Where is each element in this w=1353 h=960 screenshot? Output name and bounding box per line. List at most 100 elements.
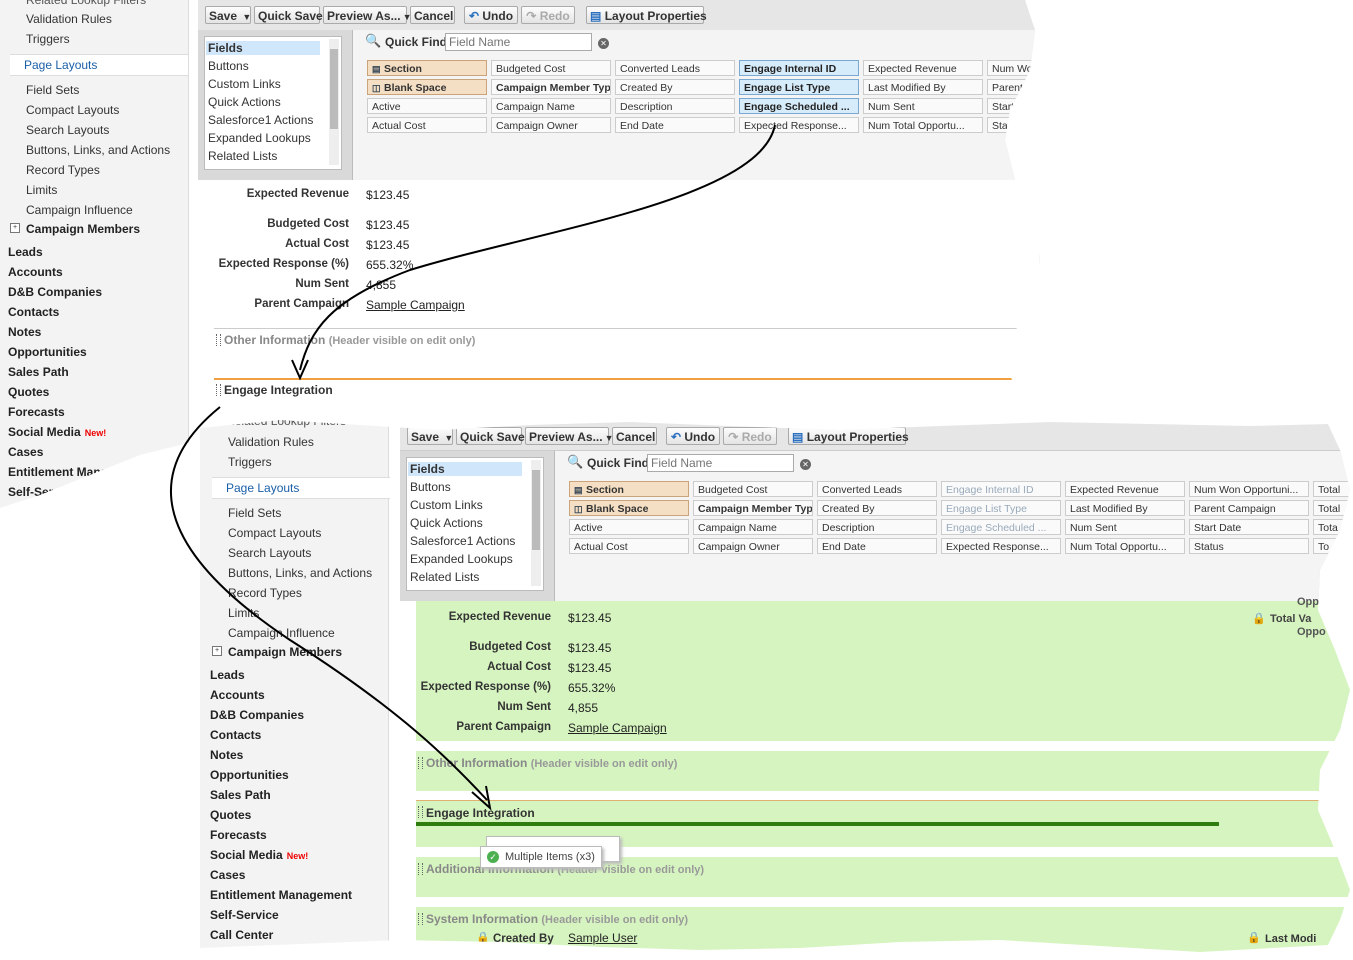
preview-as-button[interactable]: Preview As... ▼ — [525, 427, 614, 445]
palette-field[interactable]: Expected Revenue — [1065, 481, 1185, 497]
palette-category-expanded-lookups[interactable]: Expanded Lookups — [208, 131, 311, 145]
palette-field[interactable]: Created By — [817, 500, 937, 516]
sidebar-item-quotes[interactable]: Quotes — [8, 385, 49, 399]
sidebar-item-call-center[interactable]: Call Center — [210, 928, 273, 942]
drag-handle-icon[interactable] — [418, 806, 423, 818]
sidebar-item-opportunities[interactable]: Opportunities — [8, 345, 87, 359]
sidebar-item-social-media[interactable]: Social Media New! — [8, 425, 106, 439]
palette-category-fields[interactable]: Fields — [408, 462, 522, 476]
palette-field[interactable]: Num Sent — [863, 98, 983, 114]
palette-field[interactable]: Expected Response... — [739, 117, 859, 133]
save-button[interactable]: Save ▼ — [407, 427, 453, 445]
palette-field[interactable]: Engage Scheduled ... — [941, 519, 1061, 535]
sidebar-item-campaign-members[interactable]: Campaign Members — [26, 222, 140, 236]
scrollbar[interactable] — [531, 460, 541, 586]
palette-field[interactable]: Total — [1313, 481, 1350, 497]
sidebar-item-campaign-influence[interactable]: Campaign Influence — [26, 203, 133, 217]
palette-category-quick-actions[interactable]: Quick Actions — [208, 95, 281, 109]
drag-handle-icon[interactable] — [418, 757, 423, 769]
cancel-button[interactable]: Cancel — [410, 6, 455, 24]
palette-field[interactable]: Campaign Member Type — [693, 500, 813, 516]
sidebar-item-contacts[interactable]: Contacts — [8, 305, 59, 319]
palette-field[interactable]: Active — [367, 98, 487, 114]
palette-field[interactable]: Start Date — [1189, 519, 1309, 535]
palette-field[interactable]: Actual Cost — [367, 117, 487, 133]
palette-field[interactable]: Num Total Opportu... — [863, 117, 983, 133]
palette-field[interactable]: ◫ Blank Space — [569, 500, 689, 516]
palette-field[interactable]: Active — [569, 519, 689, 535]
palette-field[interactable]: Start Da — [987, 98, 1040, 114]
undo-button[interactable]: ↶ Undo — [464, 6, 518, 24]
palette-field[interactable]: Last Modified By — [1065, 500, 1185, 516]
palette-field[interactable]: To — [1313, 538, 1350, 554]
palette-field[interactable]: Status — [1189, 538, 1309, 554]
palette-field[interactable]: Engage Scheduled ... — [739, 98, 859, 114]
palette-field[interactable]: Num Total Opportu... — [1065, 538, 1185, 554]
sidebar-item-related-lookup-filters[interactable]: Related Lookup Filters — [26, 0, 146, 7]
palette-field[interactable]: Num Sent — [1065, 519, 1185, 535]
sidebar-item-triggers[interactable]: Triggers — [26, 32, 70, 46]
section-header-other-information[interactable]: Other Information (Header visible on edi… — [426, 756, 677, 770]
palette-field[interactable]: ◫ Blank Space — [367, 79, 487, 95]
expand-icon[interactable]: + — [10, 223, 20, 233]
sidebar-item-self-service[interactable]: Self-Service — [8, 485, 77, 499]
palette-field[interactable]: Description — [817, 519, 937, 535]
quick-find-input[interactable] — [647, 454, 794, 472]
palette-category-buttons[interactable]: Buttons — [410, 480, 451, 494]
sidebar-item-leads[interactable]: Leads — [210, 668, 245, 682]
palette-category-related-lists[interactable]: Related Lists — [208, 149, 277, 163]
palette-field[interactable]: Expected Response... — [941, 538, 1061, 554]
palette-field[interactable]: Campaign Member Type — [491, 79, 611, 95]
sidebar-item-forecasts[interactable]: Forecasts — [210, 828, 267, 842]
sidebar-item-entitlement-management[interactable]: Entitlement Management — [210, 888, 352, 902]
scrollbar-thumb[interactable] — [532, 470, 540, 550]
palette-field[interactable]: End Date — [615, 117, 735, 133]
drag-handle-icon[interactable] — [418, 863, 423, 875]
palette-field[interactable]: Campaign Owner — [693, 538, 813, 554]
sidebar-item-notes[interactable]: Notes — [8, 325, 41, 339]
palette-field[interactable]: Total — [1313, 500, 1350, 516]
sidebar-item-search-layouts[interactable]: Search Layouts — [228, 546, 311, 560]
sidebar-item-record-types[interactable]: Record Types — [26, 163, 100, 177]
sidebar-item-opportunities[interactable]: Opportunities — [210, 768, 289, 782]
palette-field[interactable]: Budgeted Cost — [491, 60, 611, 76]
drag-handle-icon[interactable] — [216, 384, 221, 396]
sidebar-item-field-sets[interactable]: Field Sets — [26, 83, 79, 97]
cancel-button[interactable]: Cancel — [612, 427, 657, 445]
palette-category-salesforce1-actions[interactable]: Salesforce1 Actions — [208, 113, 313, 127]
palette-field[interactable]: ▤ Section — [569, 481, 689, 497]
palette-category-custom-links[interactable]: Custom Links — [208, 77, 281, 91]
quick-save-button[interactable]: Quick Save — [254, 6, 323, 24]
palette-field[interactable]: Campaign Name — [491, 98, 611, 114]
sidebar-item-cases[interactable]: Cases — [210, 868, 245, 882]
sidebar-item-validation-rules[interactable]: Validation Rules — [228, 435, 314, 449]
quick-find-input[interactable] — [445, 33, 592, 51]
sidebar-item-entitlement-management[interactable]: Entitlement Management — [8, 465, 150, 479]
sidebar-item-accounts[interactable]: Accounts — [210, 688, 265, 702]
expand-icon[interactable]: + — [212, 646, 222, 656]
sidebar-item-buttons-links-actions[interactable]: Buttons, Links, and Actions — [228, 566, 372, 580]
sample-user-link[interactable]: Sample User — [568, 931, 637, 945]
palette-field[interactable]: Campaign Owner — [491, 117, 611, 133]
sidebar-item-triggers[interactable]: Triggers — [228, 455, 272, 469]
palette-field[interactable]: Created By — [615, 79, 735, 95]
palette-field[interactable]: Status — [987, 117, 1040, 133]
palette-category-quick-actions[interactable]: Quick Actions — [410, 516, 483, 530]
drag-handle-icon[interactable] — [418, 913, 423, 925]
scrollbar-thumb[interactable] — [330, 49, 338, 129]
palette-field[interactable]: Num Won Opportuni... — [1189, 481, 1309, 497]
sidebar-item-campaign-members[interactable]: Campaign Members — [228, 645, 342, 659]
sidebar-item-accounts[interactable]: Accounts — [8, 265, 63, 279]
preview-as-button[interactable]: Preview As... ▼ — [323, 6, 412, 24]
sidebar-item-db-companies[interactable]: D&B Companies — [210, 708, 304, 722]
palette-field[interactable]: Tota — [1313, 519, 1350, 535]
palette-field[interactable]: Parent C — [987, 79, 1040, 95]
sidebar-item-notes[interactable]: Notes — [210, 748, 243, 762]
layout-properties-button[interactable]: ▤ Layout Properties — [586, 6, 707, 24]
parent-campaign-link[interactable]: Sample Campaign — [568, 721, 667, 735]
sidebar-item-quotes[interactable]: Quotes — [210, 808, 251, 822]
scrollbar[interactable] — [329, 39, 339, 165]
quick-save-button[interactable]: Quick Save — [456, 427, 525, 445]
redo-button[interactable]: ↷ Redo — [723, 427, 777, 445]
sidebar-item-search-layouts[interactable]: Search Layouts — [26, 123, 109, 137]
